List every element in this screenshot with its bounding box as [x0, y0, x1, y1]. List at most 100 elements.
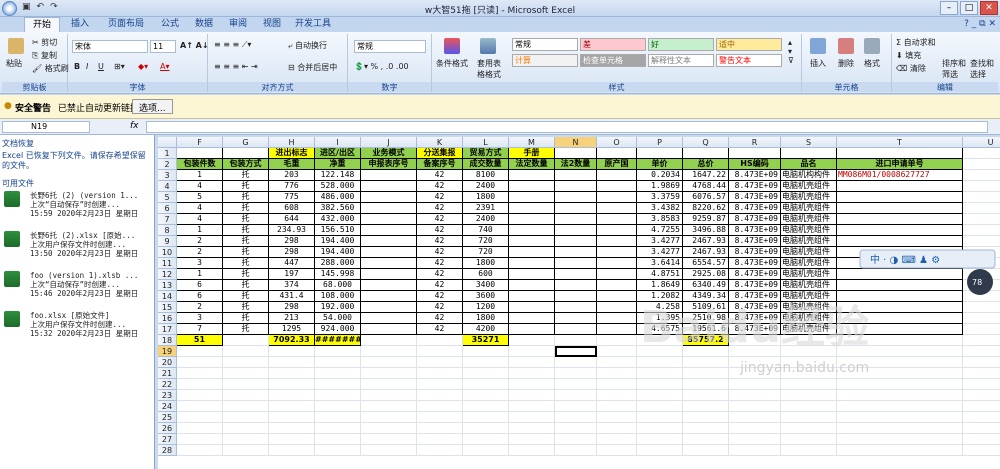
security-options-button[interactable]: 选项... — [132, 99, 173, 114]
cell-R[interactable] — [729, 390, 781, 401]
cell-U[interactable] — [963, 214, 1000, 225]
cell-U[interactable] — [963, 269, 1000, 280]
table-format-icon[interactable] — [480, 38, 496, 54]
column-header-L[interactable]: L — [463, 137, 509, 148]
cell-P[interactable] — [637, 401, 683, 412]
cell-H[interactable]: 776 — [269, 181, 315, 192]
row-header[interactable]: 25 — [158, 412, 177, 423]
cell-F[interactable] — [177, 423, 223, 434]
column-header-O[interactable]: O — [597, 137, 637, 148]
cell-U[interactable] — [963, 379, 1000, 390]
row-header[interactable]: 18 — [158, 335, 177, 346]
cell-M[interactable] — [509, 291, 555, 302]
row-header[interactable]: 6 — [158, 203, 177, 214]
cell-K[interactable]: 42 — [417, 203, 463, 214]
row-header[interactable]: 24 — [158, 401, 177, 412]
cell-L[interactable] — [463, 445, 509, 456]
cell-F[interactable]: 5 — [177, 192, 223, 203]
cell-T[interactable] — [837, 214, 963, 225]
column-header-T[interactable]: T — [837, 137, 963, 148]
cell-R[interactable]: 8.473E+09 — [729, 170, 781, 181]
italic-button[interactable]: I — [86, 62, 88, 71]
formula-input[interactable] — [146, 121, 988, 133]
cell-P[interactable]: 3.3759 — [637, 192, 683, 203]
cell-style-0[interactable]: 常规 — [512, 38, 578, 51]
cell-M[interactable] — [509, 170, 555, 181]
cell-S[interactable]: 电脑机壳组件 — [781, 302, 837, 313]
cell-R[interactable] — [729, 379, 781, 390]
cell-K[interactable]: 42 — [417, 247, 463, 258]
cell-F[interactable]: 1 — [177, 269, 223, 280]
cell-Q[interactable] — [683, 401, 729, 412]
tab-7[interactable]: 开发工具 — [290, 17, 336, 32]
cell-Q[interactable]: 2925.08 — [683, 269, 729, 280]
column-header-I[interactable]: I — [315, 137, 361, 148]
cell-L[interactable] — [463, 412, 509, 423]
row-header[interactable]: 28 — [158, 445, 177, 456]
name-box[interactable]: N19 — [2, 121, 90, 133]
close-button[interactable]: ✕ — [980, 1, 998, 15]
cell-L[interactable]: 600 — [463, 269, 509, 280]
cell-T[interactable] — [837, 247, 963, 258]
cell-K[interactable] — [417, 434, 463, 445]
cell-H[interactable]: 431.4 — [269, 291, 315, 302]
cell-P[interactable]: 4.258 — [637, 302, 683, 313]
cell-F[interactable]: 7 — [177, 324, 223, 335]
cell-J[interactable] — [361, 346, 417, 357]
cell-N[interactable] — [555, 412, 597, 423]
paste-icon[interactable] — [8, 38, 24, 54]
cell-F[interactable]: 1 — [177, 225, 223, 236]
cell-O[interactable] — [597, 214, 637, 225]
column-header-R[interactable]: R — [729, 137, 781, 148]
cell-T[interactable] — [837, 291, 963, 302]
cell-I[interactable]: 192.000 — [315, 302, 361, 313]
cell-N[interactable]: 法2数量 — [555, 159, 597, 170]
cell-P[interactable]: 3.8583 — [637, 214, 683, 225]
cell-J[interactable] — [361, 335, 417, 346]
cell-I[interactable]: 486.000 — [315, 192, 361, 203]
cell-J[interactable] — [361, 203, 417, 214]
cell-J[interactable]: 申报表序号 — [361, 159, 417, 170]
cell-F[interactable]: 6 — [177, 291, 223, 302]
cell-K[interactable] — [417, 445, 463, 456]
cell-N[interactable] — [555, 269, 597, 280]
align-top-button[interactable]: ≡ ≡ ≡ ⟋▾ — [214, 40, 251, 50]
cell-Q[interactable]: 4349.34 — [683, 291, 729, 302]
column-header-U[interactable]: U — [963, 137, 1000, 148]
row-header[interactable]: 7 — [158, 214, 177, 225]
tab-2[interactable]: 页面布局 — [100, 17, 152, 32]
cell-T[interactable] — [837, 269, 963, 280]
cell-L[interactable]: 3600 — [463, 291, 509, 302]
font-name-select[interactable]: 宋体 — [72, 40, 148, 53]
cell-I[interactable]: 924.000 — [315, 324, 361, 335]
cell-S[interactable] — [781, 357, 837, 368]
cell-O[interactable] — [597, 390, 637, 401]
cell-I[interactable]: 528.000 — [315, 181, 361, 192]
cell-M[interactable] — [509, 401, 555, 412]
cell-I[interactable] — [315, 445, 361, 456]
cell-N[interactable] — [555, 346, 597, 357]
cell-N[interactable] — [555, 181, 597, 192]
underline-button[interactable]: U — [98, 62, 104, 71]
cell-M[interactable] — [509, 247, 555, 258]
cell-K[interactable]: 42 — [417, 269, 463, 280]
cell-F[interactable]: 51 — [177, 335, 223, 346]
align-left-button[interactable]: ≡ ≡ ≡ ⇤ ⇥ — [214, 62, 258, 71]
cell-T[interactable] — [837, 225, 963, 236]
cell-U[interactable] — [963, 401, 1000, 412]
cell-F[interactable] — [177, 412, 223, 423]
cell-J[interactable] — [361, 445, 417, 456]
cell-U[interactable] — [963, 291, 1000, 302]
cell-M[interactable] — [509, 269, 555, 280]
cell-H[interactable] — [269, 368, 315, 379]
cell-R[interactable]: 8.473E+09 — [729, 247, 781, 258]
cell-L[interactable] — [463, 423, 509, 434]
cell-T[interactable]: MM086M01/0008627727 — [837, 170, 963, 181]
cell-K[interactable] — [417, 423, 463, 434]
cell-G[interactable] — [223, 148, 269, 159]
cell-N[interactable] — [555, 401, 597, 412]
cell-M[interactable] — [509, 258, 555, 269]
cell-P[interactable] — [637, 379, 683, 390]
cell-M[interactable] — [509, 181, 555, 192]
cell-L[interactable] — [463, 357, 509, 368]
